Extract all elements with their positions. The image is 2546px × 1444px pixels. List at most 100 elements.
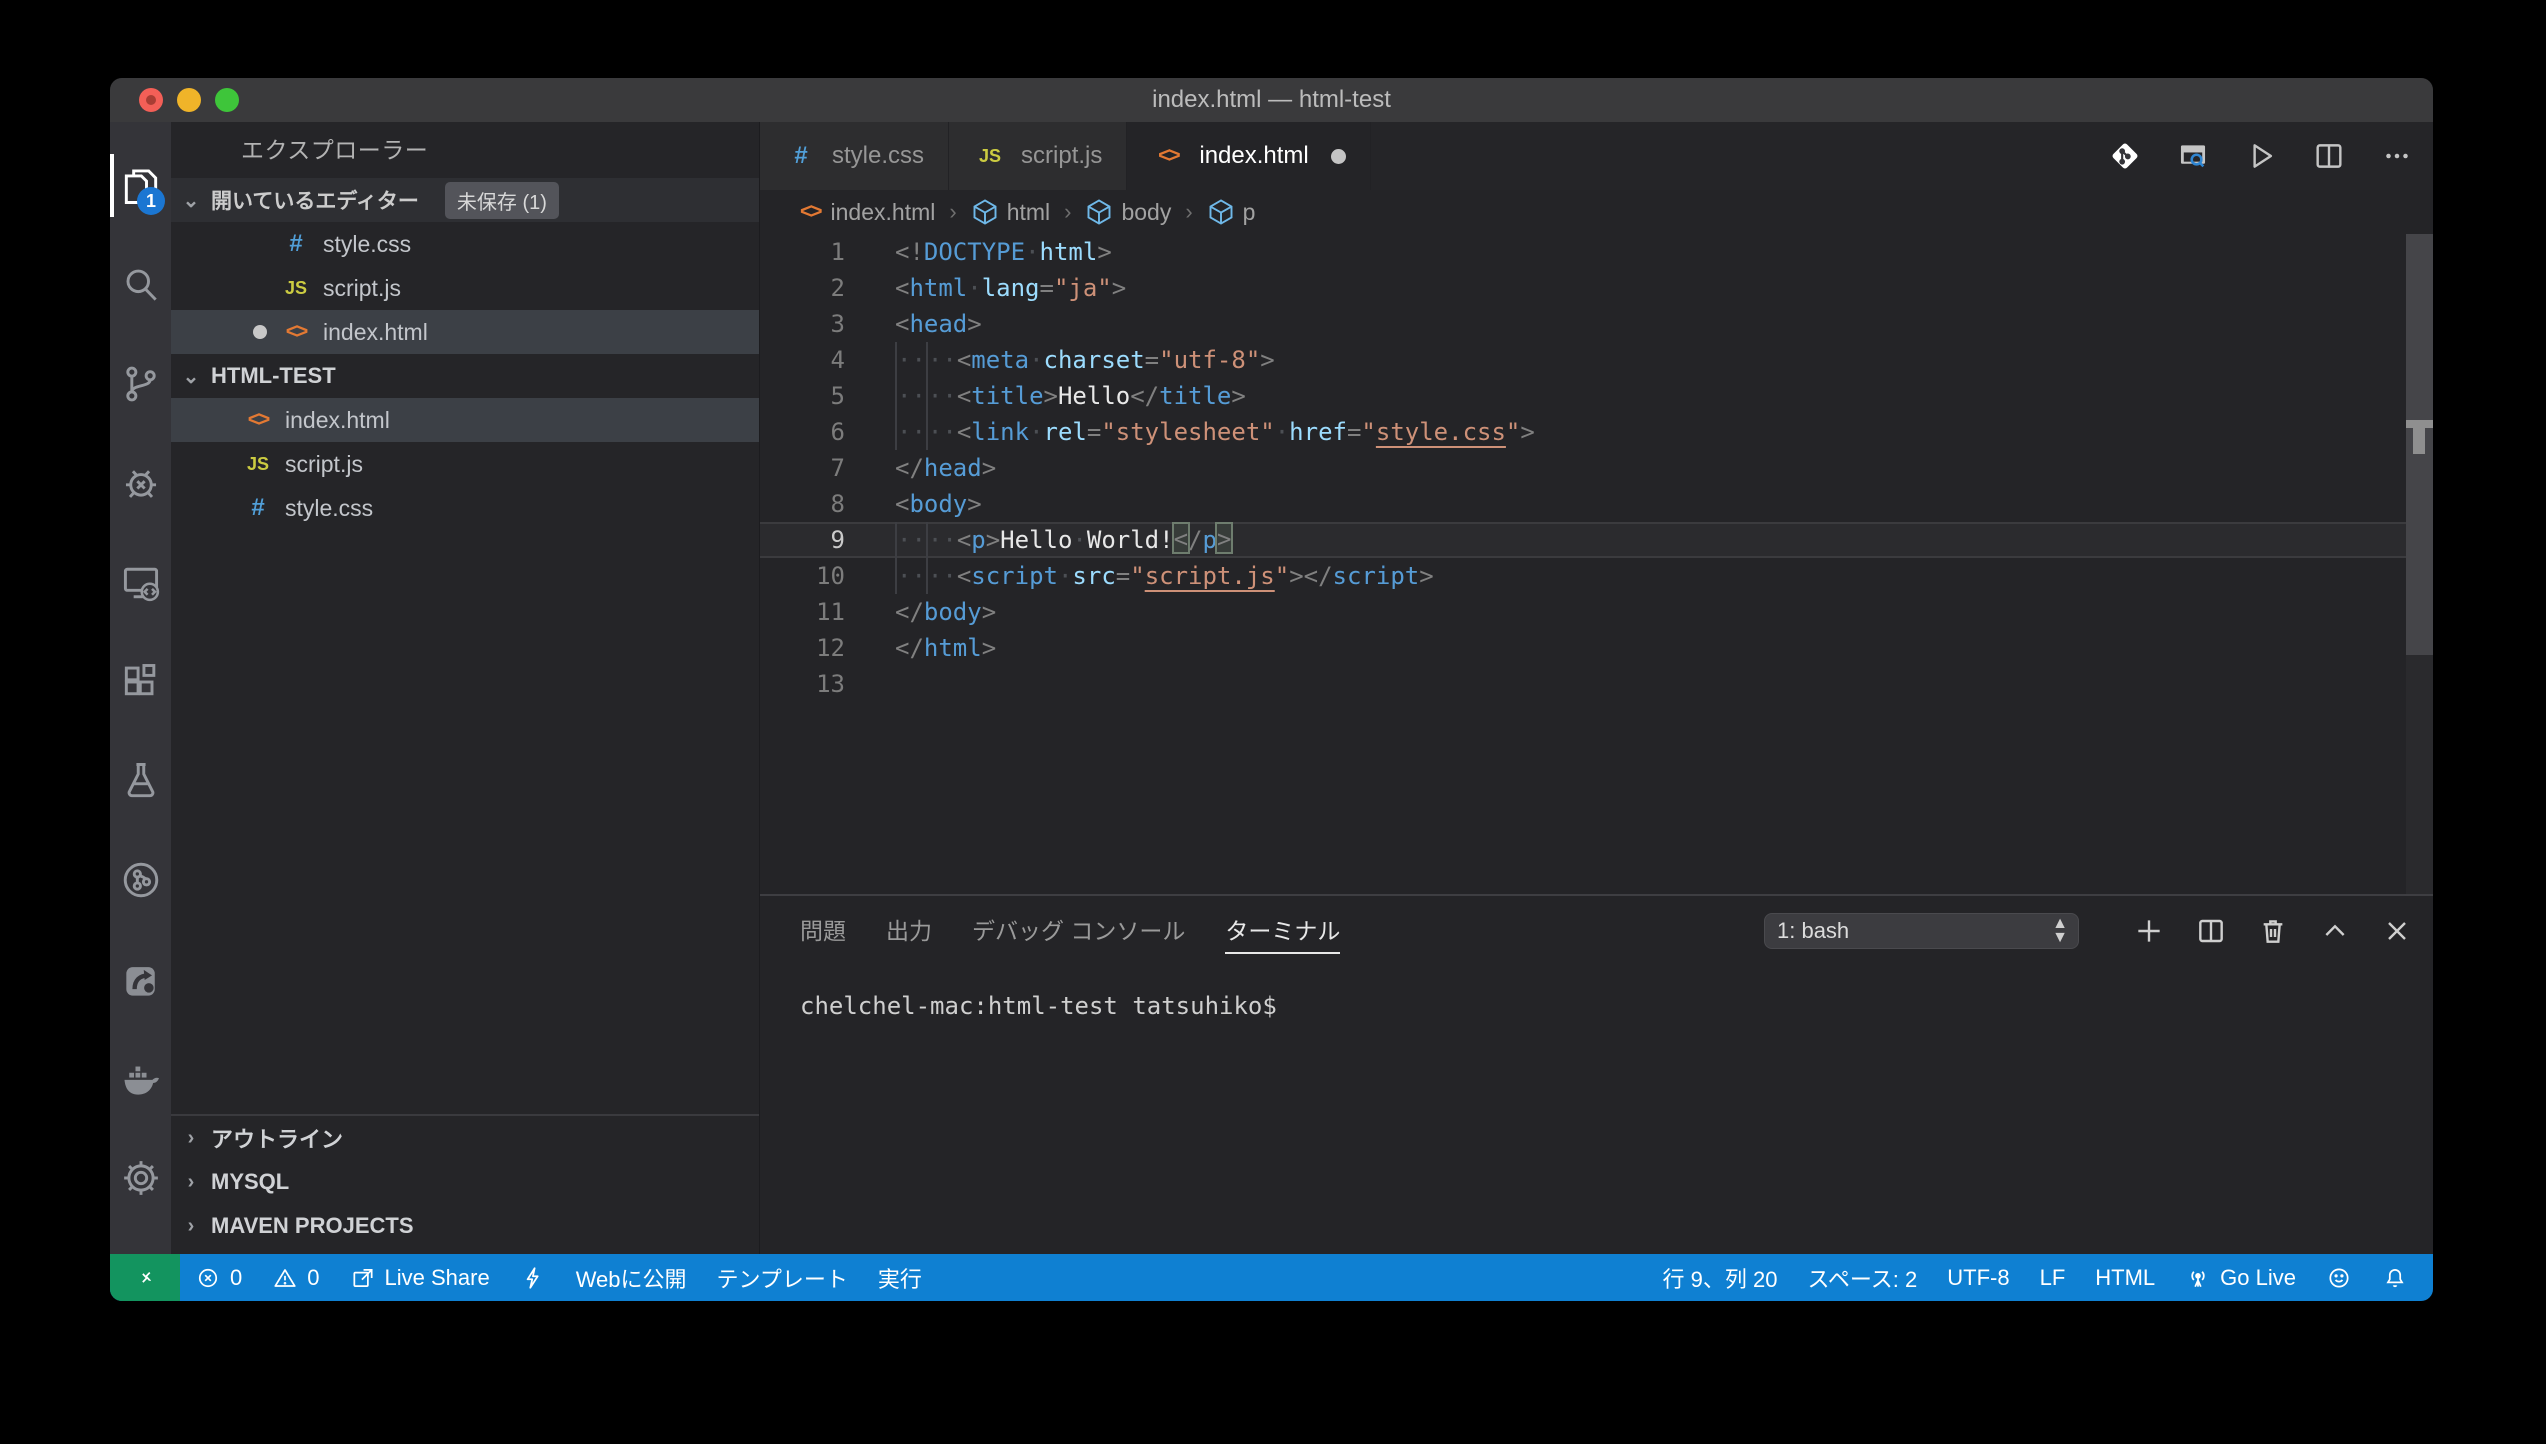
status-lf[interactable]: LF [2025, 1254, 2081, 1301]
tab-style.css[interactable]: #style.css [760, 122, 949, 190]
panel-tab-出力[interactable]: 出力 [886, 896, 932, 966]
line-number[interactable]: 11 [760, 594, 845, 630]
status-live-share[interactable]: Live Share [335, 1254, 505, 1301]
code-token: src [1072, 562, 1115, 590]
maximize-panel-icon[interactable] [2315, 911, 2355, 951]
code-line[interactable]: 3<head> [760, 306, 2406, 342]
status-bolt[interactable] [505, 1254, 561, 1301]
code-editor[interactable]: 1<!DOCTYPE·html>2<html·lang="ja">3<head>… [760, 234, 2433, 894]
line-number[interactable]: 4 [760, 342, 845, 378]
code-token: " [1506, 418, 1520, 446]
close-panel-icon[interactable] [2377, 911, 2417, 951]
scrollbar-thumb[interactable] [2406, 234, 2433, 655]
open-preview-icon[interactable] [2171, 134, 2215, 178]
source-control-icon[interactable] [110, 335, 171, 434]
status-スペース:-2[interactable]: スペース: 2 [1792, 1254, 1932, 1301]
line-number[interactable]: 5 [760, 378, 845, 414]
minimize-window-button[interactable] [177, 88, 201, 112]
project-root-header[interactable]: ⌄ HTML-TEST [171, 354, 759, 398]
status-html[interactable]: HTML [2080, 1254, 2170, 1301]
tree-item-script.js[interactable]: JSscript.js [171, 442, 759, 486]
line-number[interactable]: 12 [760, 630, 845, 666]
line-number[interactable]: 2 [760, 270, 845, 306]
tree-item-index.html[interactable]: <>index.html [171, 398, 759, 442]
status-テンプレート[interactable]: テンプレート [702, 1254, 863, 1301]
more-actions-icon[interactable] [2375, 134, 2419, 178]
line-number[interactable]: 13 [760, 666, 845, 702]
panel-tab-ターミナル[interactable]: ターミナル [1225, 896, 1340, 966]
line-number[interactable]: 3 [760, 306, 845, 342]
line-number[interactable]: 8 [760, 486, 845, 522]
line-number[interactable]: 7 [760, 450, 845, 486]
open-editors-header[interactable]: ⌄ 開いているエディター 未保存 (1) [171, 178, 759, 222]
status-0[interactable]: 0 [257, 1254, 334, 1301]
code-token: html [924, 634, 982, 662]
open-editor-item-index.html[interactable]: <>index.html [171, 310, 759, 354]
breadcrumb-item-p[interactable]: p [1207, 198, 1256, 226]
search-icon[interactable] [110, 235, 171, 334]
code-line[interactable]: 5····<title>Hello</title> [760, 378, 2406, 414]
code-line[interactable]: 9····<p>Hello·World!</p> [760, 522, 2406, 558]
status-go-live[interactable]: Go Live [2170, 1254, 2311, 1301]
code-token: "stylesheet" [1101, 418, 1274, 446]
settings-gear-icon[interactable] [110, 1129, 171, 1228]
docker-icon[interactable] [110, 1029, 171, 1128]
close-window-button[interactable] [139, 88, 163, 112]
run-icon[interactable] [2239, 134, 2283, 178]
line-number[interactable]: 10 [760, 558, 845, 594]
tab-script.js[interactable]: JSscript.js [949, 122, 1127, 190]
editor-scrollbar[interactable] [2406, 234, 2433, 894]
git-logo-icon[interactable] [2103, 134, 2147, 178]
terminal-shell-select[interactable]: 1: bash ▲▼ [1764, 913, 2079, 949]
code-line[interactable]: 13 [760, 666, 2406, 702]
title-bar[interactable]: index.html — html-test [110, 78, 2433, 122]
panel-tab-デバッグ コンソール[interactable]: デバッグ コンソール [972, 896, 1185, 966]
status-0[interactable]: 0 [180, 1254, 257, 1301]
zoom-window-button[interactable] [215, 88, 239, 112]
split-editor-icon[interactable] [2307, 134, 2351, 178]
terminal-output[interactable]: chelchel-mac:html-test tatsuhiko$ [760, 966, 2433, 1254]
explorer-icon[interactable]: 1 [110, 136, 171, 235]
breadcrumb-item-body[interactable]: body [1085, 198, 1171, 226]
line-number[interactable]: 1 [760, 234, 845, 270]
code-line[interactable]: 11</body> [760, 594, 2406, 630]
code-line[interactable]: 4····<meta·charset="utf-8"> [760, 342, 2406, 378]
open-editor-item-script.js[interactable]: JSscript.js [171, 266, 759, 310]
unsaved-badge: 未保存 (1) [445, 182, 559, 219]
code-line[interactable]: 8<body> [760, 486, 2406, 522]
code-line[interactable]: 10····<script·src="script.js"></script> [760, 558, 2406, 594]
breadcrumb-item-html[interactable]: html [971, 198, 1050, 226]
split-terminal-icon[interactable] [2191, 911, 2231, 951]
status-bell[interactable] [2367, 1254, 2423, 1301]
status-remote[interactable] [110, 1254, 180, 1301]
tree-item-style.css[interactable]: #style.css [171, 486, 759, 530]
breadcrumb-item-index.html[interactable]: <>index.html [800, 199, 935, 226]
debug-icon[interactable] [110, 434, 171, 533]
status-smiley[interactable] [2311, 1254, 2367, 1301]
status-実行[interactable]: 実行 [863, 1254, 937, 1301]
open-editor-item-style.css[interactable]: #style.css [171, 222, 759, 266]
kill-terminal-icon[interactable] [2253, 911, 2293, 951]
code-line[interactable]: 2<html·lang="ja"> [760, 270, 2406, 306]
status-webに公開[interactable]: Webに公開 [561, 1254, 702, 1301]
code-line[interactable]: 1<!DOCTYPE·html> [760, 234, 2406, 270]
remote-explorer-icon[interactable] [110, 533, 171, 632]
sidebar-section-アウトライン[interactable]: ›アウトライン [171, 1116, 759, 1160]
code-line[interactable]: 12</html> [760, 630, 2406, 666]
code-line[interactable]: 7</head> [760, 450, 2406, 486]
test-flask-icon[interactable] [110, 732, 171, 831]
sidebar-section-MAVEN PROJECTS[interactable]: ›MAVEN PROJECTS [171, 1204, 759, 1248]
extensions-icon[interactable] [110, 632, 171, 731]
code-line[interactable]: 6····<link·rel="stylesheet"·href="style.… [760, 414, 2406, 450]
live-share-icon[interactable] [110, 930, 171, 1029]
line-number[interactable]: 6 [760, 414, 845, 450]
css-file-icon: # [241, 494, 275, 522]
new-terminal-icon[interactable] [2129, 911, 2169, 951]
line-number[interactable]: 9 [760, 522, 845, 558]
git-history-icon[interactable] [110, 831, 171, 930]
panel-tab-問題[interactable]: 問題 [800, 896, 846, 966]
status-行-9、列-20[interactable]: 行 9、列 20 [1648, 1254, 1793, 1301]
status-utf-8[interactable]: UTF-8 [1932, 1254, 2024, 1301]
sidebar-section-MYSQL[interactable]: ›MYSQL [171, 1160, 759, 1204]
tab-index.html[interactable]: <>index.html [1127, 122, 1370, 190]
